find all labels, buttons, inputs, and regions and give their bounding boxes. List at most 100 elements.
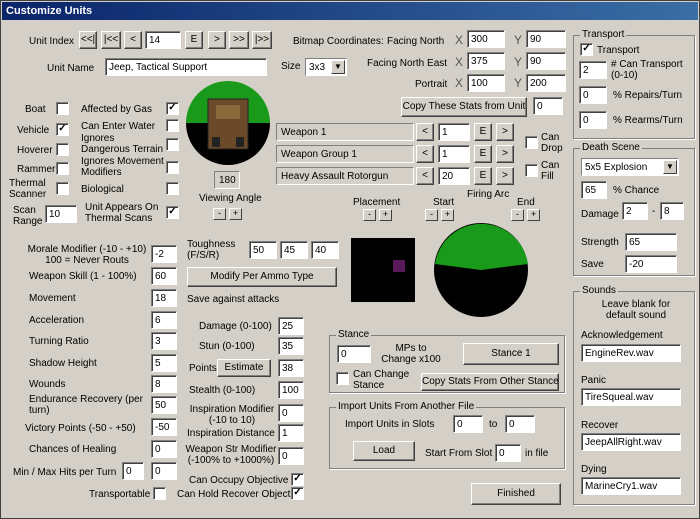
angle-decrease-button[interactable]: - bbox=[213, 208, 226, 220]
death-chance-input[interactable]: 65 bbox=[581, 181, 607, 199]
death-damage-max-input[interactable]: 8 bbox=[660, 202, 684, 220]
facing-ne-y-input[interactable]: 90 bbox=[526, 52, 566, 70]
weapon-3-field[interactable]: Heavy Assault Rotorgun bbox=[276, 167, 414, 185]
morale-input[interactable]: -2 bbox=[151, 245, 177, 263]
modify-per-ammo-button[interactable]: Modify Per Ammo Type bbox=[187, 267, 337, 287]
weapon-1-field[interactable]: Weapon 1 bbox=[276, 123, 414, 141]
first-unit-button[interactable]: <<| bbox=[79, 31, 97, 49]
finished-button[interactable]: Finished bbox=[471, 483, 561, 505]
weapon-3-next[interactable]: > bbox=[496, 167, 514, 185]
toughness-rear-input[interactable]: 40 bbox=[311, 241, 339, 259]
death-strength-input[interactable]: 65 bbox=[625, 233, 677, 251]
placement-minus[interactable]: - bbox=[363, 209, 376, 221]
sound-panic-input[interactable]: TireSqueal.wav bbox=[581, 388, 681, 406]
stealth-input[interactable]: 100 bbox=[278, 381, 304, 399]
stun-input[interactable]: 35 bbox=[278, 337, 304, 355]
rammer-checkbox[interactable] bbox=[56, 162, 69, 175]
death-save-input[interactable]: -20 bbox=[625, 255, 677, 273]
enter-water-checkbox[interactable] bbox=[166, 119, 179, 132]
last-unit-button[interactable]: |>> bbox=[252, 31, 272, 49]
shadow-height-input[interactable]: 5 bbox=[151, 354, 177, 372]
thermal-scans-checkbox[interactable]: ✓ bbox=[166, 206, 179, 219]
turning-ratio-input[interactable]: 3 bbox=[151, 332, 177, 350]
weapon-3-value[interactable]: 20 bbox=[438, 167, 470, 185]
estimate-button[interactable]: Estimate bbox=[217, 359, 271, 377]
recover-checkbox[interactable]: ✓ bbox=[291, 487, 304, 500]
weapon-1-edit[interactable]: E bbox=[474, 123, 492, 141]
vehicle-checkbox[interactable]: ✓ bbox=[56, 123, 69, 136]
toughness-front-input[interactable]: 50 bbox=[249, 241, 277, 259]
thermal-scanner-checkbox[interactable] bbox=[56, 182, 69, 195]
copy-other-stance-button[interactable]: Copy Stats From Other Stance bbox=[421, 373, 559, 391]
inspiration-mod-input[interactable]: 0 bbox=[278, 404, 304, 422]
next-unit-button[interactable]: > bbox=[208, 31, 226, 49]
stance-button[interactable]: Stance 1 bbox=[463, 343, 559, 365]
points-input[interactable]: 38 bbox=[278, 359, 304, 377]
prev-unit-button[interactable]: < bbox=[124, 31, 142, 49]
hoverer-checkbox[interactable] bbox=[56, 143, 69, 156]
can-fill-checkbox[interactable] bbox=[525, 164, 538, 177]
boat-checkbox[interactable] bbox=[56, 102, 69, 115]
facing-ne-x-input[interactable]: 375 bbox=[467, 52, 505, 70]
angle-increase-button[interactable]: + bbox=[229, 208, 242, 220]
transportable-checkbox[interactable] bbox=[153, 487, 166, 500]
victory-points-input[interactable]: -50 bbox=[151, 418, 177, 436]
end-plus[interactable]: + bbox=[527, 209, 540, 221]
inspiration-dist-input[interactable]: 1 bbox=[278, 424, 304, 442]
sound-recover-input[interactable]: JeepAllRight.wav bbox=[581, 433, 681, 451]
movement-modifiers-checkbox[interactable] bbox=[166, 161, 179, 174]
end-minus[interactable]: - bbox=[511, 209, 524, 221]
weapon-2-value[interactable]: 1 bbox=[438, 145, 470, 163]
placement-grid[interactable] bbox=[351, 238, 415, 302]
death-damage-min-input[interactable]: 2 bbox=[622, 202, 648, 220]
portrait-y-input[interactable]: 200 bbox=[526, 74, 566, 92]
start-slot-input[interactable]: 0 bbox=[495, 444, 521, 462]
sound-ack-input[interactable]: EngineRev.wav bbox=[581, 344, 681, 362]
start-plus[interactable]: + bbox=[441, 209, 454, 221]
endurance-input[interactable]: 50 bbox=[151, 396, 177, 414]
copy-from-unit-input[interactable]: 0 bbox=[533, 97, 563, 115]
weapon-str-input[interactable]: 0 bbox=[278, 447, 304, 465]
can-transport-input[interactable]: 2 bbox=[579, 61, 607, 79]
weapon-skill-input[interactable]: 60 bbox=[151, 267, 177, 285]
dangerous-terrain-checkbox[interactable] bbox=[166, 138, 179, 151]
weapon-2-edit[interactable]: E bbox=[474, 145, 492, 163]
max-hits-input[interactable]: 0 bbox=[151, 462, 177, 480]
unit-name-input[interactable]: Jeep, Tactical Support bbox=[105, 58, 267, 76]
weapon-3-edit[interactable]: E bbox=[474, 167, 492, 185]
stance-mp-input[interactable]: 0 bbox=[337, 345, 371, 363]
weapon-2-prev[interactable]: < bbox=[416, 145, 434, 163]
weapon-2-next[interactable]: > bbox=[496, 145, 514, 163]
prev-fast-button[interactable]: |<< bbox=[101, 31, 121, 49]
facing-north-x-input[interactable]: 300 bbox=[467, 30, 505, 48]
wounds-input[interactable]: 8 bbox=[151, 375, 177, 393]
weapon-1-next[interactable]: > bbox=[496, 123, 514, 141]
transport-checkbox[interactable]: ✓ bbox=[580, 43, 593, 56]
import-to-input[interactable]: 0 bbox=[505, 415, 535, 433]
edit-index-button[interactable]: E bbox=[185, 31, 203, 49]
copy-stats-from-unit-button[interactable]: Copy These Stats from Unit bbox=[401, 97, 527, 117]
damage-input[interactable]: 25 bbox=[278, 317, 304, 335]
occupy-checkbox[interactable]: ✓ bbox=[291, 473, 304, 486]
scan-range-input[interactable]: 10 bbox=[45, 205, 77, 223]
rearms-input[interactable]: 0 bbox=[579, 111, 607, 129]
min-hits-input[interactable]: 0 bbox=[122, 462, 144, 480]
toughness-side-input[interactable]: 45 bbox=[280, 241, 308, 259]
affected-gas-checkbox[interactable]: ✓ bbox=[166, 102, 179, 115]
weapon-group-field[interactable]: Weapon Group 1 bbox=[276, 145, 414, 163]
movement-input[interactable]: 18 bbox=[151, 289, 177, 307]
unit-index-input[interactable]: 14 bbox=[145, 31, 181, 49]
placement-plus[interactable]: + bbox=[379, 209, 392, 221]
healing-input[interactable]: 0 bbox=[151, 440, 177, 458]
load-button[interactable]: Load bbox=[353, 441, 415, 461]
death-scene-select[interactable]: 5x5 Explosion ▼ bbox=[581, 158, 679, 176]
can-change-stance-checkbox[interactable] bbox=[336, 372, 349, 385]
sound-dying-input[interactable]: MarineCry1.wav bbox=[581, 477, 681, 495]
weapon-1-prev[interactable]: < bbox=[416, 123, 434, 141]
repairs-input[interactable]: 0 bbox=[579, 86, 607, 104]
next-fast-button[interactable]: >> bbox=[229, 31, 249, 49]
acceleration-input[interactable]: 6 bbox=[151, 311, 177, 329]
facing-north-y-input[interactable]: 90 bbox=[526, 30, 566, 48]
portrait-x-input[interactable]: 100 bbox=[467, 74, 505, 92]
weapon-1-value[interactable]: 1 bbox=[438, 123, 470, 141]
